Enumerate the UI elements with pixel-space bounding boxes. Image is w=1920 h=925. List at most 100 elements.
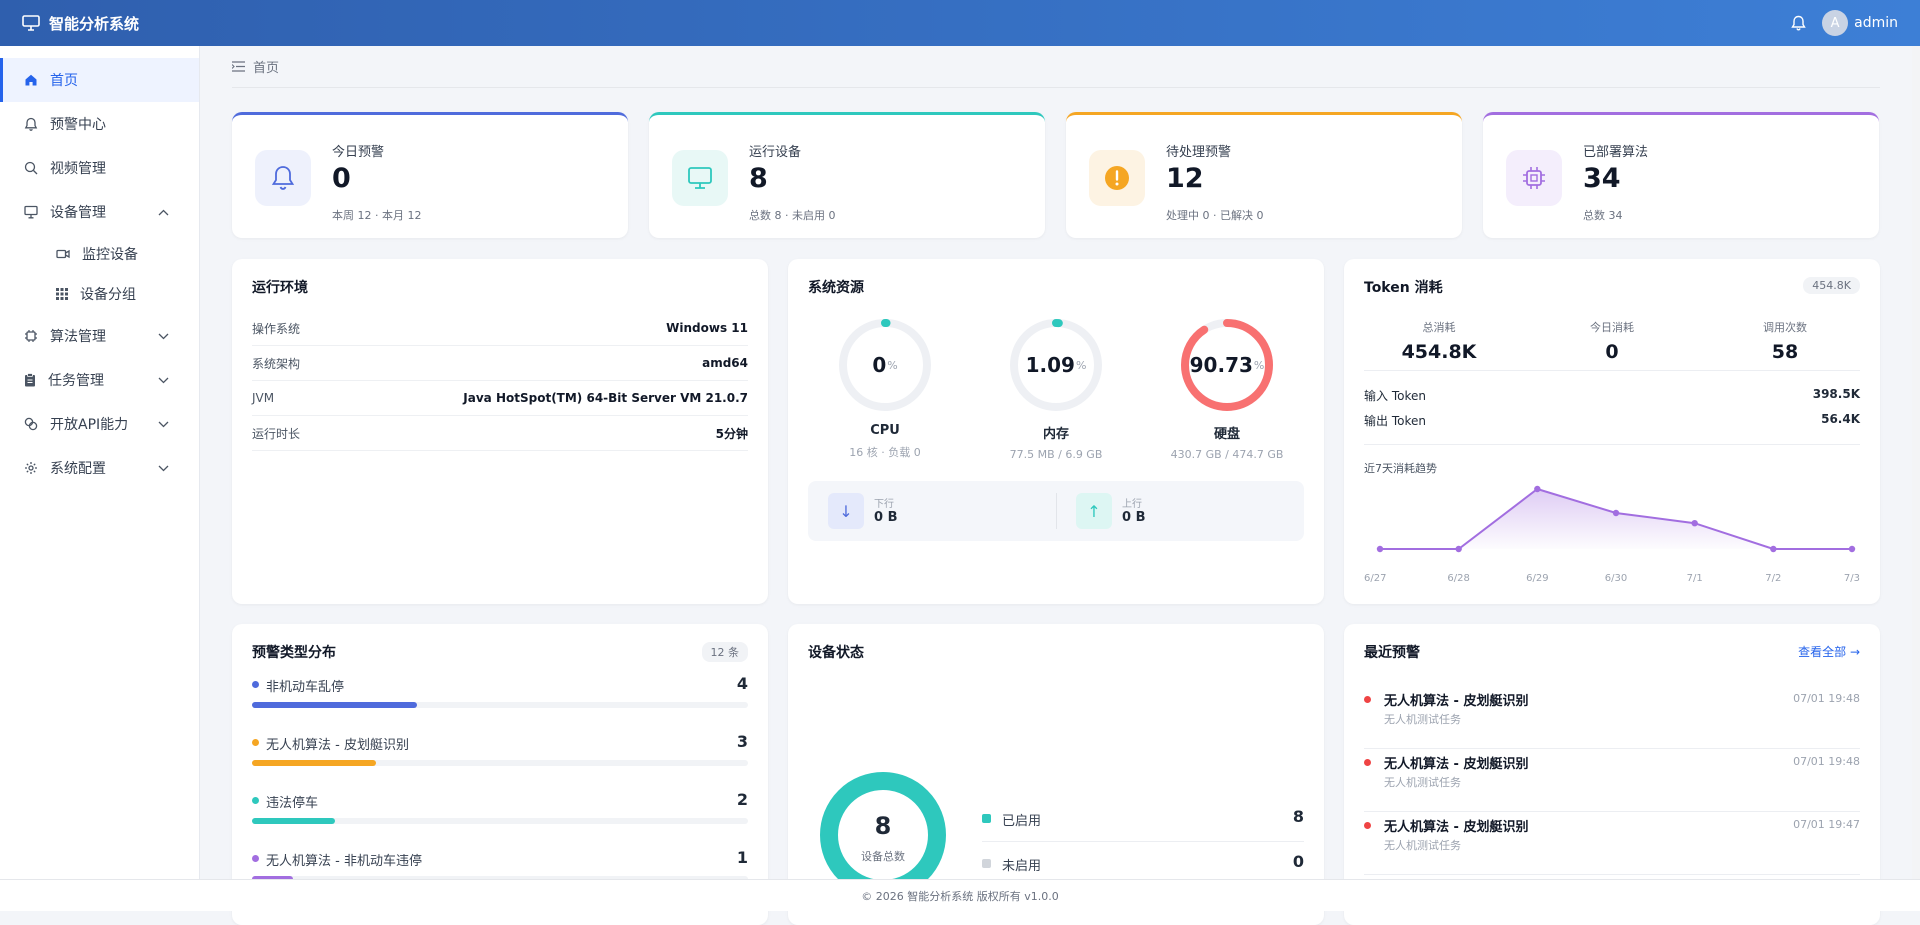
legend-enabled: 已启用 8 xyxy=(982,802,1304,842)
stat-label: 今日预警 xyxy=(332,145,385,160)
sidebar-item-open-api[interactable]: 开放API能力 xyxy=(0,402,199,446)
gauge-cpu: 0% CPU 16 核 · 负载 0 xyxy=(810,315,960,460)
token-trend-chart: 6/27 6/28 6/29 6/30 7/1 7/2 7/3 xyxy=(1364,485,1860,584)
arrow-up-icon: ↑ xyxy=(1076,493,1112,529)
legend-swatch xyxy=(982,859,991,868)
sidebar-item-monitor-devices[interactable]: 监控设备 xyxy=(0,234,199,274)
alert-sub: 无人机测试任务 xyxy=(1384,713,1461,726)
home-icon xyxy=(25,74,37,86)
alert-type-name: 违法停车 xyxy=(266,796,319,811)
recent-alert-item[interactable]: 无人机算法 - 皮划艇识别 无人机测试任务 07/01 19:48 xyxy=(1364,686,1860,749)
env-key: 操作系统 xyxy=(252,321,301,336)
env-value: 5分钟 xyxy=(715,426,748,441)
trend-point[interactable] xyxy=(1534,485,1541,493)
alert-sub: 无人机测试任务 xyxy=(1384,776,1461,789)
alert-type-count: 4 xyxy=(736,674,748,693)
card-title: Token 消耗 xyxy=(1364,280,1443,296)
app-title: 智能分析系统 xyxy=(49,14,140,33)
legend-label: 未启用 xyxy=(1002,859,1042,874)
token-calls: 调用次数 58 xyxy=(1710,319,1860,363)
card-title: 设备状态 xyxy=(808,645,864,661)
trend-title: 近7天消耗趋势 xyxy=(1364,460,1860,476)
avatar: A xyxy=(1822,10,1849,36)
sidebar-item-home[interactable]: 首页 xyxy=(0,58,199,102)
trend-point[interactable] xyxy=(1770,545,1777,553)
grid-icon xyxy=(56,288,68,300)
sidebar-item-algorithms[interactable]: 算法管理 xyxy=(0,314,199,358)
menu-icon[interactable] xyxy=(232,61,245,72)
alert-type-dot xyxy=(252,855,259,862)
trend-point[interactable] xyxy=(1612,509,1620,517)
token-row-value: 398.5K xyxy=(1812,387,1860,401)
alert-type-count: 2 xyxy=(736,790,748,809)
trend-title-label: 近7天消耗趋势 xyxy=(1364,462,1437,475)
user-menu[interactable]: A admin xyxy=(1822,10,1898,36)
divider xyxy=(1056,493,1057,529)
brand[interactable]: 智能分析系统 xyxy=(22,13,139,34)
card-title: 最近预警 xyxy=(1364,645,1420,661)
sidebar-item-tasks[interactable]: 任务管理 xyxy=(0,358,199,402)
alert-dot xyxy=(1364,822,1371,829)
token-row-value: 56.4K xyxy=(1821,412,1860,426)
env-key: 运行时长 xyxy=(252,426,301,441)
alert-time: 07/01 19:48 xyxy=(1793,692,1860,705)
sidebar-item-devices[interactable]: 设备管理 xyxy=(0,190,199,234)
trend-point[interactable] xyxy=(1455,545,1462,553)
divider xyxy=(1364,370,1860,371)
sidebar-item-label: 设备管理 xyxy=(50,205,106,221)
alert-title: 无人机算法 - 皮划艇识别 xyxy=(1384,820,1529,835)
recent-alert-item[interactable]: 无人机算法 - 皮划艇识别 无人机测试任务 07/01 19:48 xyxy=(1364,749,1860,812)
stat-sub: 本周 12 · 本月 12 xyxy=(332,209,422,222)
sidebar-item-label: 开放API能力 xyxy=(50,417,129,433)
scrollbar[interactable] xyxy=(1912,46,1920,879)
chevron-up-icon xyxy=(158,209,169,215)
stat-label: 已部署算法 xyxy=(1583,145,1649,160)
net-value: 0 B xyxy=(1122,510,1146,525)
stat-card-deployed-algorithms[interactable]: 已部署算法 34 总数 34 xyxy=(1483,112,1879,238)
x-tick-label: 6/28 xyxy=(1447,573,1469,584)
alert-dot xyxy=(1364,759,1371,766)
sidebar-item-label: 视频管理 xyxy=(50,161,106,177)
stat-sub: 总数 8 · 未启用 0 xyxy=(749,209,836,222)
trend-point[interactable] xyxy=(1376,545,1384,553)
stat-value: 0 xyxy=(332,163,351,194)
gauge-value: 1.09 xyxy=(1025,353,1075,377)
alert-type-name: 非机动车乱停 xyxy=(266,680,345,695)
net-label: 下行 xyxy=(874,499,894,510)
sidebar-item-label: 任务管理 xyxy=(48,373,104,389)
stat-label: 运行设备 xyxy=(749,145,802,160)
sidebar-item-device-groups[interactable]: 设备分组 xyxy=(0,274,199,314)
net-download: ↓ 下行 0 B xyxy=(828,493,1058,529)
trend-point[interactable] xyxy=(1848,545,1856,553)
token-value: 0 xyxy=(1605,341,1619,363)
stat-label: 待处理预警 xyxy=(1166,145,1232,160)
x-tick-label: 7/3 xyxy=(1844,573,1860,584)
stat-card-running-devices[interactable]: 运行设备 8 总数 8 · 未启用 0 xyxy=(649,112,1045,238)
sidebar-item-alerts[interactable]: 预警中心 xyxy=(0,102,199,146)
alert-title: 无人机算法 - 皮划艇识别 xyxy=(1384,757,1529,772)
sidebar-item-label: 设备分组 xyxy=(80,287,136,303)
sidebar-item-system-config[interactable]: 系统配置 xyxy=(0,446,199,490)
sidebar-item-video[interactable]: 视频管理 xyxy=(0,146,199,190)
alert-sub: 无人机测试任务 xyxy=(1384,839,1461,852)
alert-title: 无人机算法 - 皮划艇识别 xyxy=(1384,694,1529,709)
view-all-link[interactable]: 查看全部 → xyxy=(1798,643,1860,660)
recent-alert-item[interactable]: 无人机算法 - 皮划艇识别 无人机测试任务 07/01 19:47 xyxy=(1364,812,1860,875)
alert-time: 07/01 19:48 xyxy=(1793,755,1860,768)
main-content: 首页 今日预警 0 本周 12 · 本月 12 运行设备 8 总数 8 · 未启… xyxy=(232,46,1880,925)
alert-type-bar-fill xyxy=(252,760,376,766)
gauge-sub: 16 核 · 负载 0 xyxy=(849,446,921,459)
stat-card-pending-alerts[interactable]: 待处理预警 12 处理中 0 · 已解决 0 xyxy=(1066,112,1462,238)
alert-count-badge: 12 条 xyxy=(701,642,748,662)
gauge-disk: 90.73% 硬盘 430.7 GB / 474.7 GB xyxy=(1152,315,1302,461)
token-row-label: 输出 Token xyxy=(1364,414,1426,428)
sidebar-item-label: 系统配置 xyxy=(50,461,106,477)
chevron-down-icon xyxy=(158,421,169,427)
alert-type-bar xyxy=(252,702,748,708)
monitor-icon xyxy=(672,150,728,206)
bell-icon[interactable] xyxy=(1791,15,1806,31)
trend-point[interactable] xyxy=(1691,520,1698,527)
gauge-name: 内存 xyxy=(1042,427,1069,442)
env-key: JVM xyxy=(252,391,275,405)
stat-card-today-alerts[interactable]: 今日预警 0 本周 12 · 本月 12 xyxy=(232,112,628,238)
